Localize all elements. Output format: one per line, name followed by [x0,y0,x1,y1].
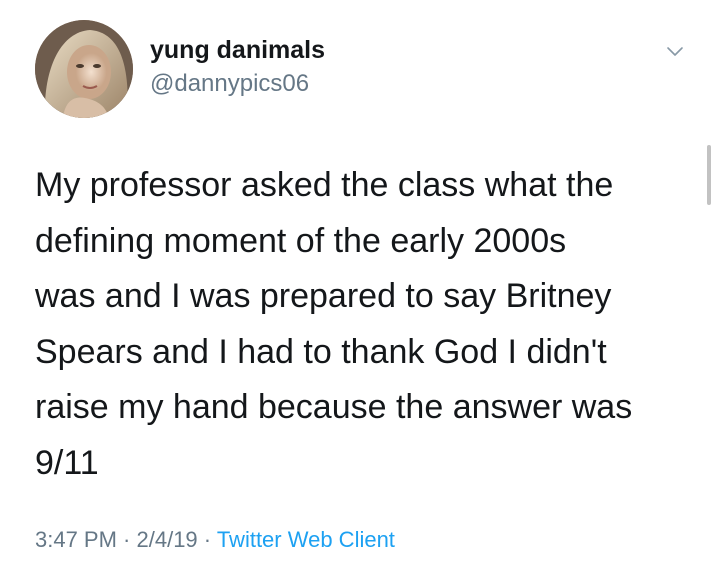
tweet-text-line: My professor asked the class what the [35,166,614,204]
chevron-down-icon[interactable] [664,40,686,62]
tweet-card: yung danimals @dannypics06 My professor … [0,0,720,580]
meta-separator: · [116,527,137,552]
avatar-image [35,20,133,118]
tweet-text-line: defining moment of the early 2000s [35,221,567,260]
tweet-text: My professor asked the class what the de… [35,158,695,491]
tweet-text-line: was and I was prepared to say Britney [35,277,612,315]
tweet-date[interactable]: 2/4/19 [137,527,198,552]
meta-separator: · [197,527,217,552]
tweet-text-line: Spears and I had to thank God I didn't [35,332,607,371]
tweet-text-line: raise my hand because the answer was [35,388,633,426]
tweet-metadata: 3:47 PM · 2/4/19 · Twitter Web Client [35,527,395,553]
user-handle[interactable]: @dannypics06 [150,70,309,98]
tweet-time[interactable]: 3:47 PM [35,527,117,552]
tweet-source-link[interactable]: Twitter Web Client [217,527,395,552]
tweet-text-line: 9/11 [35,443,99,482]
avatar[interactable] [35,20,133,118]
scrollbar[interactable] [707,145,711,205]
display-name[interactable]: yung danimals [150,36,325,65]
